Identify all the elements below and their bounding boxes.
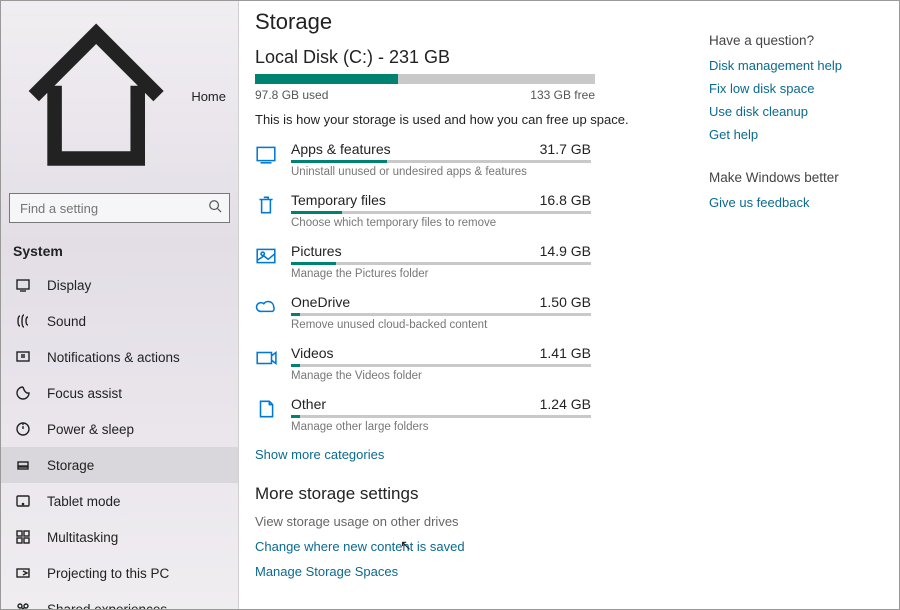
search-input[interactable] — [9, 193, 230, 223]
category-bar — [291, 262, 591, 265]
content-pane: Storage Local Disk (C:) - 231 GB 97.8 GB… — [239, 1, 699, 609]
sidebar-item-notifications[interactable]: Notifications & actions — [1, 339, 238, 375]
sidebar-item-label: Notifications & actions — [47, 350, 180, 365]
category-name: OneDrive — [291, 294, 350, 310]
power-sleep-icon — [15, 421, 31, 437]
sidebar-item-label: Display — [47, 278, 91, 293]
sidebar-item-multitasking[interactable]: Multitasking — [1, 519, 238, 555]
videos-icon — [255, 347, 277, 369]
question-heading: Have a question? — [709, 33, 889, 48]
category-size: 16.8 GB — [540, 192, 591, 208]
category-temporary-files[interactable]: Temporary files 16.8 GB Choose which tempo… — [255, 192, 675, 229]
storage-icon — [15, 457, 31, 473]
sidebar-item-projecting[interactable]: Projecting to this PC — [1, 555, 238, 591]
cloud-icon — [255, 296, 277, 318]
category-size: 1.24 GB — [540, 396, 591, 412]
help-aside: Have a question? Disk management help Fix… — [699, 1, 899, 609]
category-bar — [291, 160, 591, 163]
help-link-0[interactable]: Disk management help — [709, 58, 889, 73]
disk-title: Local Disk (C:) - 231 GB — [255, 47, 675, 68]
projecting-icon — [15, 565, 31, 581]
category-size: 31.7 GB — [540, 141, 591, 157]
home-icon — [13, 13, 179, 179]
description: This is how your storage is used and how… — [255, 112, 675, 127]
category-name: Apps & features — [291, 141, 391, 157]
category-sub: Remove unused cloud-backed content — [291, 319, 675, 331]
main-area: Storage Local Disk (C:) - 231 GB 97.8 GB… — [239, 1, 899, 609]
feedback-heading: Make Windows better — [709, 170, 889, 185]
category-name: Other — [291, 396, 326, 412]
settings-sidebar: Home System Display Sound Notifications & … — [1, 1, 239, 609]
category-apps-features[interactable]: Apps & features 31.7 GB Uninstall unused o… — [255, 141, 675, 178]
sidebar-item-label: Tablet mode — [47, 494, 121, 509]
sidebar-item-label: Storage — [47, 458, 94, 473]
category-name: Temporary files — [291, 192, 386, 208]
sidebar-item-display[interactable]: Display — [1, 267, 238, 303]
category-bar — [291, 211, 591, 214]
disk-usage-bar — [255, 74, 595, 84]
manage-storage-spaces-link[interactable]: Manage Storage Spaces — [255, 564, 675, 579]
home-nav[interactable]: Home — [1, 7, 238, 185]
search-box — [9, 193, 230, 223]
category-pictures[interactable]: Pictures 14.9 GB Manage the Pictures folde… — [255, 243, 675, 280]
sidebar-item-power-sleep[interactable]: Power & sleep — [1, 411, 238, 447]
help-link-2[interactable]: Use disk cleanup — [709, 104, 889, 119]
display-icon — [15, 277, 31, 293]
trash-icon — [255, 194, 277, 216]
multitasking-icon — [15, 529, 31, 545]
section-label: System — [1, 233, 238, 267]
sidebar-item-label: Focus assist — [47, 386, 122, 401]
category-name: Videos — [291, 345, 334, 361]
feedback-link[interactable]: Give us feedback — [709, 195, 889, 210]
category-name: Pictures — [291, 243, 342, 259]
show-more-categories-link[interactable]: Show more categories — [255, 447, 675, 462]
category-bar — [291, 364, 591, 367]
category-bar — [291, 415, 591, 418]
category-sub: Manage the Pictures folder — [291, 268, 675, 280]
tablet-mode-icon — [15, 493, 31, 509]
more-settings-heading: More storage settings — [255, 484, 675, 504]
sidebar-item-focus-assist[interactable]: Focus assist — [1, 375, 238, 411]
sidebar-item-storage[interactable]: Storage — [1, 447, 238, 483]
home-label: Home — [191, 89, 226, 104]
sidebar-item-shared-experiences[interactable]: Shared experiences — [1, 591, 238, 609]
change-save-location-link[interactable]: Change where new content is saved — [255, 539, 675, 554]
page-title: Storage — [255, 9, 675, 35]
category-sub: Manage other large folders — [291, 421, 675, 433]
sidebar-item-sound[interactable]: Sound — [1, 303, 238, 339]
focus-assist-icon — [15, 385, 31, 401]
category-bar — [291, 313, 591, 316]
category-size: 1.41 GB — [540, 345, 591, 361]
nav-list: Display Sound Notifications & actions Focus… — [1, 267, 238, 609]
category-sub: Uninstall unused or undesired apps & fea… — [291, 166, 675, 178]
used-label: 97.8 GB used — [255, 88, 328, 102]
category-size: 14.9 GB — [540, 243, 591, 259]
free-label: 133 GB free — [530, 88, 595, 102]
other-icon — [255, 398, 277, 420]
pictures-icon — [255, 245, 277, 267]
category-other[interactable]: Other 1.24 GB Manage other large folders — [255, 396, 675, 433]
search-icon — [208, 199, 222, 216]
sidebar-item-label: Power & sleep — [47, 422, 134, 437]
sidebar-item-label: Multitasking — [47, 530, 118, 545]
sidebar-item-label: Sound — [47, 314, 86, 329]
category-onedrive[interactable]: OneDrive 1.50 GB Remove unused cloud-backe… — [255, 294, 675, 331]
apps-icon — [255, 143, 277, 165]
sidebar-item-tablet-mode[interactable]: Tablet mode — [1, 483, 238, 519]
shared-experiences-icon — [15, 601, 31, 609]
help-link-3[interactable]: Get help — [709, 127, 889, 142]
sound-icon — [15, 313, 31, 329]
sidebar-item-label: Projecting to this PC — [47, 566, 169, 581]
sidebar-item-label: Shared experiences — [47, 602, 167, 609]
help-link-1[interactable]: Fix low disk space — [709, 81, 889, 96]
category-sub: Manage the Videos folder — [291, 370, 675, 382]
category-videos[interactable]: Videos 1.41 GB Manage the Videos folder — [255, 345, 675, 382]
notifications-icon — [15, 349, 31, 365]
view-other-drives-link[interactable]: View storage usage on other drives — [255, 514, 675, 529]
category-sub: Choose which temporary files to remove — [291, 217, 675, 229]
category-size: 1.50 GB — [540, 294, 591, 310]
